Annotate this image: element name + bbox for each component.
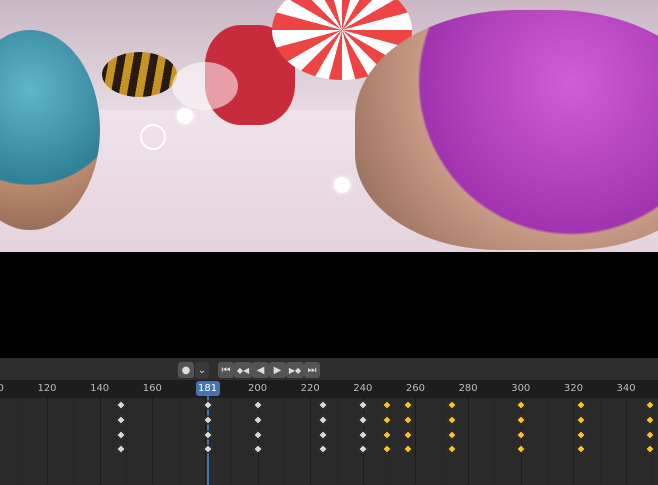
light-object[interactable] [334, 177, 350, 193]
keyframe-selected[interactable] [115, 430, 126, 440]
grid-line [178, 398, 180, 485]
keyframe[interactable] [576, 444, 587, 454]
frame-tick: 220 [300, 383, 320, 394]
grid-line [204, 398, 206, 485]
frame-tick: 160 [142, 383, 162, 394]
keyframe[interactable] [402, 430, 413, 440]
frame-tick: 280 [458, 383, 478, 394]
jump-end-button[interactable]: ⏭ [304, 362, 320, 378]
grid-line [626, 398, 628, 485]
keyframe-selected[interactable] [115, 415, 126, 425]
keyframe[interactable] [402, 415, 413, 425]
next-keyframe-button[interactable]: ▶◆ [286, 362, 304, 378]
grid-line [283, 398, 285, 485]
record-dropdown[interactable]: ⌄ [195, 362, 209, 378]
keyframe[interactable] [515, 415, 526, 425]
3d-viewport[interactable] [0, 0, 658, 252]
grid-line [441, 398, 443, 485]
grid-line [362, 398, 364, 485]
prev-keyframe-button[interactable]: ◆◀ [234, 362, 252, 378]
record-button[interactable]: ● [178, 362, 194, 378]
keyframe[interactable] [515, 400, 526, 410]
keyframe-selected[interactable] [252, 415, 263, 425]
grid-line [389, 398, 391, 485]
keyframe-selected[interactable] [252, 400, 263, 410]
keyframe[interactable] [576, 430, 587, 440]
keyframe-selected[interactable] [357, 400, 368, 410]
keyframe[interactable] [576, 415, 587, 425]
grid-line [468, 398, 470, 485]
keyframe[interactable] [447, 430, 458, 440]
grid-line [73, 398, 75, 485]
keyframe[interactable] [447, 415, 458, 425]
transform-gizmo[interactable] [140, 124, 166, 150]
grid-line [47, 398, 48, 485]
frame-ruler[interactable]: 100 120 140 160 200 220 240 260 280 300 320 340 [0, 380, 658, 398]
grid-line [231, 398, 233, 485]
light-object[interactable] [177, 108, 193, 124]
keyframe-selected[interactable] [357, 415, 368, 425]
frame-tick: 140 [90, 383, 110, 394]
frame-tick: 300 [511, 383, 531, 394]
grid-line [599, 398, 601, 485]
keyframe-selected[interactable] [357, 430, 368, 440]
keyframe[interactable] [402, 444, 413, 454]
bee-object[interactable] [102, 52, 177, 97]
bee-wing [172, 62, 238, 110]
frame-tick: 240 [353, 383, 373, 394]
keyframe-selected[interactable] [318, 415, 329, 425]
keyframe-selected[interactable] [115, 444, 126, 454]
grid-line [152, 398, 154, 485]
grid-line [494, 398, 496, 485]
keyframe-selected[interactable] [318, 430, 329, 440]
keyframe-selected[interactable] [318, 444, 329, 454]
keyframe[interactable] [515, 444, 526, 454]
grid-line [310, 398, 312, 485]
grid-line [336, 398, 338, 485]
grid-line [573, 398, 575, 485]
frame-tick: 320 [563, 383, 583, 394]
keyframe-selected[interactable] [318, 400, 329, 410]
grid-line [20, 398, 22, 485]
grid-line [547, 398, 549, 485]
frame-tick: 340 [616, 383, 636, 394]
keyframe-selected[interactable] [357, 444, 368, 454]
grid-line [99, 398, 101, 485]
keyframe[interactable] [576, 400, 587, 410]
grid-line [652, 398, 654, 485]
timeline-header: ● ⌄ ⏮ ◆◀ ◀ ▶ ▶◆ ⏭ [0, 358, 658, 380]
grid-line [125, 398, 127, 485]
grid-line [520, 398, 522, 485]
pink-donut-object [355, 10, 658, 250]
play-reverse-button[interactable]: ◀ [252, 362, 269, 378]
keyframe[interactable] [515, 430, 526, 440]
keyframe-selected[interactable] [252, 430, 263, 440]
play-button[interactable]: ▶ [269, 362, 286, 378]
keyframe-selected[interactable] [252, 444, 263, 454]
keyframe[interactable] [447, 444, 458, 454]
frame-tick: 200 [248, 383, 268, 394]
keyframe-selected[interactable] [115, 400, 126, 410]
frame-tick: 260 [405, 383, 426, 394]
frame-tick: 100 [0, 383, 4, 394]
jump-start-button[interactable]: ⏮ [218, 362, 234, 378]
keyframe[interactable] [402, 400, 413, 410]
grid-line [257, 398, 259, 485]
timeline-editor[interactable]: ● ⌄ ⏮ ◆◀ ◀ ▶ ▶◆ ⏭ 100 120 140 160 200 220 240 2… [0, 358, 658, 485]
frame-tick: 120 [37, 383, 57, 394]
grid-line [415, 398, 417, 485]
keyframe[interactable] [447, 400, 458, 410]
current-frame-indicator[interactable]: 181 [195, 381, 220, 396]
